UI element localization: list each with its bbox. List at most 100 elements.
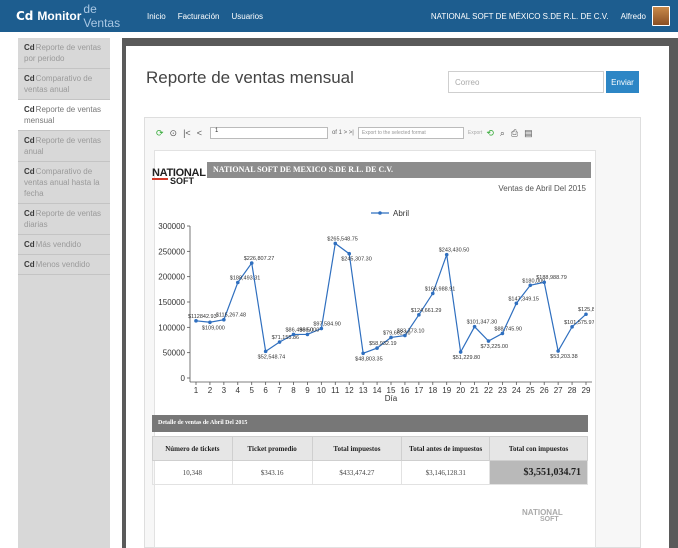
- sidebar-item-ventas-mensual[interactable]: CdReporte de ventas mensual: [18, 100, 110, 131]
- x-tick-label: 28: [568, 386, 577, 395]
- page-number-input[interactable]: 1: [209, 127, 328, 139]
- x-tick-label: 13: [359, 386, 368, 395]
- user-name[interactable]: Alfredo: [621, 12, 646, 21]
- x-tick-label: 25: [526, 386, 535, 395]
- prev-page-icon[interactable]: <: [197, 128, 202, 138]
- data-label: $48,803.35: [355, 356, 383, 362]
- sales-line-chart: 0500001000001500002000002500003000001 2 3 4…: [158, 209, 594, 402]
- x-tick-label: 9: [305, 386, 310, 395]
- report-icon: Cd: [24, 260, 35, 269]
- export-format-select[interactable]: Export to the selected format: [357, 127, 464, 139]
- data-label: $188,988.79: [536, 275, 567, 281]
- data-label: $52,548.74: [258, 354, 286, 360]
- avatar[interactable]: [652, 6, 670, 26]
- sidebar-item-label: Reporte de ventas anual: [24, 136, 102, 156]
- national-soft-logo-sub: SOFT: [170, 176, 194, 186]
- x-tick-label: 21: [470, 386, 479, 395]
- table-cell: $433,474.27: [311, 460, 403, 485]
- brand-logo-icon: Cd: [16, 9, 34, 23]
- data-label: $86,000: [299, 327, 319, 333]
- sidebar-item-label: Reporte de ventas por periodo: [24, 43, 102, 63]
- sidebar-item-menos-vendido[interactable]: CdMenos vendido: [18, 255, 110, 275]
- x-tick-label: 8: [291, 386, 296, 395]
- brand[interactable]: Cd Monitor de Ventas: [0, 2, 135, 30]
- x-tick-label: 26: [540, 386, 549, 395]
- x-tick-label: 17: [414, 386, 423, 395]
- y-tick-label: 100000: [158, 323, 185, 332]
- data-label: $83,773.10: [397, 329, 425, 335]
- first-page-icon[interactable]: |<: [183, 128, 191, 138]
- data-point: [263, 349, 268, 354]
- sidebar-item-label: Menos vendido: [35, 260, 90, 269]
- report-icon: Cd: [24, 74, 35, 83]
- detail-table: Número de tickets Ticket promedio Total …: [152, 436, 588, 485]
- logo-accent: [152, 178, 168, 180]
- report-icon: Cd: [24, 43, 35, 52]
- x-axis-title: Día: [385, 394, 398, 402]
- print-icon[interactable]: ⎙: [511, 128, 518, 139]
- x-tick-label: 14: [373, 386, 382, 395]
- table-header: Total antes de impuestos: [401, 436, 491, 461]
- send-button[interactable]: Enviar: [606, 71, 639, 93]
- refresh-icon[interactable]: ⟳: [156, 128, 164, 139]
- data-label: $73,225.00: [481, 344, 509, 350]
- sidebar-item-label: Comparativo de ventas anual hasta la fec…: [24, 167, 100, 198]
- data-point: [347, 251, 352, 256]
- x-tick-label: 3: [222, 386, 227, 395]
- data-label: $71,155.86: [272, 335, 300, 341]
- report-toolbar: ⟳ ⊙ |< < 1 of 1 > >| Export to the selec…: [144, 122, 641, 144]
- x-tick-label: 6: [263, 386, 268, 395]
- sidebar-item-ventas-por-periodo[interactable]: CdReporte de ventas por periodo: [18, 38, 110, 69]
- data-label: $101,347.30: [467, 320, 498, 326]
- nav-link-facturacion[interactable]: Facturación: [178, 12, 220, 21]
- legend-marker: [378, 211, 382, 215]
- sidebar-item-label: Más vendido: [35, 240, 82, 249]
- refresh-report-icon[interactable]: ⟲: [486, 128, 494, 139]
- data-label: $58,932.19: [369, 341, 397, 347]
- data-label: $166,988.91: [425, 286, 456, 292]
- data-label: $51,229.80: [453, 355, 481, 361]
- data-point: [208, 320, 212, 325]
- nav-link-inicio[interactable]: Inicio: [147, 12, 166, 21]
- data-point: [361, 351, 365, 356]
- email-field[interactable]: [448, 71, 604, 93]
- data-label: $226,807.27: [244, 256, 275, 262]
- table-cell: $3,146,128.31: [401, 460, 491, 485]
- data-label: $124,661.29: [411, 308, 442, 314]
- x-tick-label: 18: [428, 386, 437, 395]
- sidebar-item-label: Reporte de ventas diarias: [24, 209, 102, 229]
- x-tick-label: 4: [236, 386, 241, 395]
- x-tick-label: 12: [345, 386, 354, 395]
- nav-link-usuarios[interactable]: Usuarios: [231, 12, 263, 21]
- back-icon[interactable]: ⊙: [170, 128, 178, 139]
- company-name[interactable]: NATIONAL SOFT DE MÉXICO S.DE R.L. DE C.V…: [431, 12, 609, 21]
- sidebar-item-label: Reporte de ventas mensual: [24, 105, 102, 125]
- data-label: $243,430.50: [439, 248, 470, 254]
- y-tick-label: 300000: [158, 222, 185, 231]
- sidebar-item-comparativo-fecha[interactable]: CdComparativo de ventas anual hasta la f…: [18, 162, 110, 204]
- x-tick-label: 2: [208, 386, 213, 395]
- x-tick-label: 27: [554, 386, 563, 395]
- table-header: Ticket promedio: [231, 436, 313, 461]
- data-label: $53,203.38: [550, 354, 578, 360]
- sidebar-item-ventas-diarias[interactable]: CdReporte de ventas diarias: [18, 204, 110, 235]
- brand-subtitle: de Ventas: [83, 2, 121, 30]
- data-label: $265,548.75: [327, 236, 358, 242]
- report-icon: Cd: [24, 167, 35, 176]
- data-point: [486, 339, 491, 343]
- data-label: $88,745.90: [494, 326, 522, 332]
- sidebar-item-comparativo-anual[interactable]: CdComparativo de ventas anual: [18, 69, 110, 100]
- settings-icon[interactable]: ▤: [524, 128, 533, 139]
- table-row: 10,348 $343.16 $433,474.27 $3,146,128.31…: [152, 460, 588, 485]
- table-cell: 10,348: [152, 460, 233, 485]
- page-pager[interactable]: of 1 > >|: [332, 130, 354, 136]
- sidebar-item-ventas-anual[interactable]: CdReporte de ventas anual: [18, 131, 110, 162]
- data-label: $147,349.15: [508, 296, 539, 302]
- report-icon: Cd: [24, 105, 35, 114]
- x-tick-label: 29: [582, 386, 591, 395]
- table-cell: $343.16: [231, 460, 313, 485]
- nav-right: NATIONAL SOFT DE MÉXICO S.DE R.L. DE C.V…: [431, 0, 670, 32]
- sidebar-item-mas-vendido[interactable]: CdMás vendido: [18, 235, 110, 255]
- zoom-icon[interactable]: ⌕: [500, 128, 505, 139]
- export-button[interactable]: Export: [468, 130, 482, 136]
